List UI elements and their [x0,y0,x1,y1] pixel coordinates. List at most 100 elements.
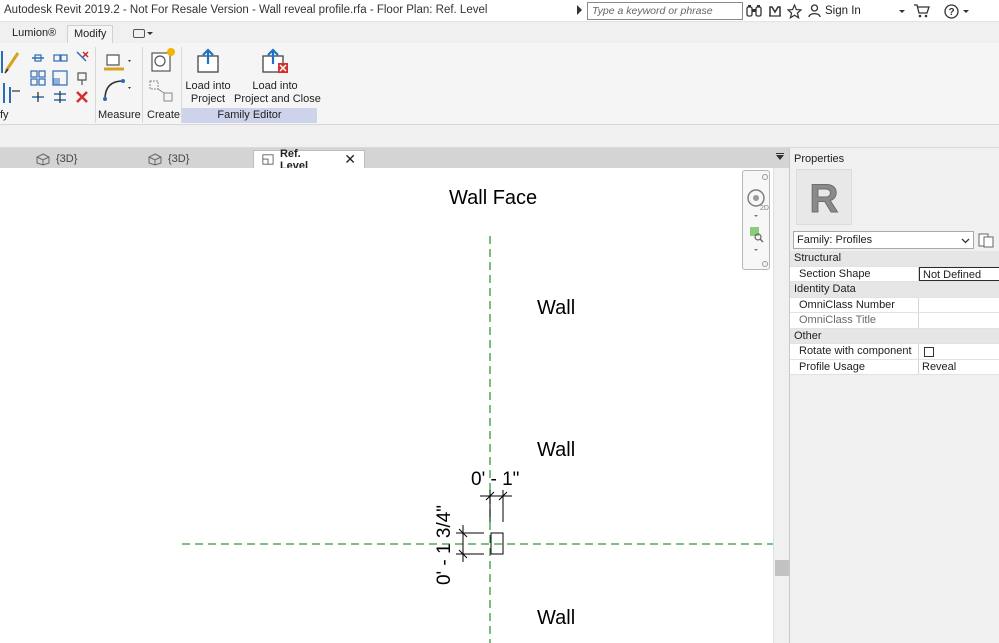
property-key: Profile Usage [790,359,919,374]
title-bar: Autodesk Revit 2019.2 - Not For Resale V… [0,0,999,22]
favorites-star-icon[interactable] [786,3,802,19]
3d-view-icon [36,152,50,166]
chevron-down-icon[interactable] [754,215,758,217]
close-icon[interactable]: ✕ [344,151,356,168]
view-tabs-menu-icon[interactable] [776,155,784,160]
vertical-dimension-text[interactable]: 0' - 1 3/4" [434,485,456,605]
properties-palette: Properties R Family: Profiles Structural… [789,148,999,643]
properties-table: Structural Section Shape Not Defined Ide… [790,251,999,375]
load-into-project-and-close-button[interactable]: Load into Project and Close [234,48,321,106]
property-row-omniclass-title: OmniClass Title [790,313,999,329]
help-icon[interactable]: ? [943,3,959,19]
split-gap-icon[interactable] [52,89,68,105]
expand-arrow-icon[interactable] [577,5,582,15]
sign-in-button[interactable]: Sign In [808,3,861,19]
modify-panel-label: fy [0,109,9,121]
omniclass-title-value [919,313,999,328]
create-panel-label: Create [147,109,181,121]
family-editor-panel-label: Family Editor [182,108,317,123]
view-tabs-menu-bar [776,153,784,154]
chevron-down-icon [147,31,153,35]
load-into-project-icon [197,48,219,73]
cart-icon[interactable] [912,3,930,19]
3d-view-icon [148,152,162,166]
zoom-region-icon[interactable] [750,227,764,243]
section-shape-value[interactable]: Not Defined [919,266,999,281]
property-row-section-shape: Section Shape Not Defined [790,266,999,282]
minimize-ribbon-icon [133,28,145,38]
properties-title: Properties [794,153,845,165]
navbar-options-icon[interactable] [762,261,768,267]
align-tool-icon[interactable] [0,49,22,75]
svg-text:R: R [810,177,839,221]
horizontal-dimension[interactable] [480,490,512,522]
wall-label-middle: Wall [537,439,576,461]
property-key: Section Shape [790,266,919,281]
create-similar-icon[interactable] [148,79,176,105]
view-tab-3d-2[interactable]: {3D} [140,150,197,168]
view-tab-label: {3D} [56,153,78,165]
rotate-with-component-checkbox[interactable] [924,347,934,357]
pin-icon[interactable] [74,70,90,86]
measure-panel-label: Measure [98,109,141,121]
navigation-bar: 2D [742,170,770,270]
array-icon[interactable] [30,70,46,86]
move-icon[interactable] [30,50,46,66]
scale-icon[interactable] [52,70,68,86]
vertical-scrollbar[interactable] [773,168,789,643]
property-group-structural: Structural [790,251,999,267]
chevron-down-icon[interactable] [754,249,758,251]
wall-face-label: Wall Face [449,187,538,209]
trim-icon[interactable] [74,49,90,65]
svg-text:?: ? [948,7,954,18]
floor-plan-icon [262,154,274,165]
help-dropdown-icon[interactable] [962,3,970,19]
drawing-canvas[interactable]: Wall Face Wall Wall Wall 0' - 1" 0' - 1 … [0,168,773,643]
copy-icon[interactable] [52,50,68,66]
ribbon-display-toggle[interactable] [133,27,157,39]
delete-icon[interactable] [74,89,90,105]
sign-in-dropdown-icon[interactable] [898,3,906,19]
tab-lumion[interactable]: Lumion® [6,25,62,43]
load-into-project-label: Load into Project [185,80,231,105]
property-row-profile-usage: Profile Usage Reveal [790,359,999,375]
view-tab-label: {3D} [168,153,190,165]
split-icon[interactable] [30,89,46,105]
tab-modify[interactable]: Modify [67,25,114,43]
profile-usage-value[interactable]: Reveal [919,359,999,374]
user-icon [808,4,821,18]
create-components-icon[interactable] [148,47,178,75]
property-key: Rotate with component [790,344,919,359]
search-input[interactable] [587,2,743,20]
scrollbar-thumb[interactable] [775,560,789,576]
type-selector-value: Family: Profiles [797,234,873,246]
panel-separator [142,47,143,123]
property-row-rotate-with-component: Rotate with component [790,344,999,360]
measure-distance-icon[interactable] [101,49,131,75]
subscription-center-icon[interactable] [767,3,783,19]
omniclass-number-value[interactable] [919,297,999,312]
binoculars-icon[interactable] [746,3,762,19]
ribbon-panel: fy Measure Create Load into Project Load… [0,43,999,125]
svg-text:2D: 2D [760,205,769,212]
view-tabs: {3D} {3D} Ref. Level ✕ [0,148,789,172]
window-title: Autodesk Revit 2019.2 - Not For Resale V… [4,4,488,16]
property-group-identity-data: Identity Data [790,282,999,298]
view-tab-ref-level[interactable]: Ref. Level ✕ [253,148,365,172]
view-tab-3d-1[interactable]: {3D} [28,150,85,168]
sign-in-label: Sign In [825,5,861,17]
property-key: OmniClass Number [790,297,919,312]
offset-tool-icon[interactable] [0,81,22,105]
measure-along-element-icon[interactable] [101,77,131,103]
navbar-options-icon[interactable] [762,174,768,180]
edit-type-icon[interactable] [978,232,994,248]
horizontal-dimension-text[interactable]: 0' - 1" [471,469,519,491]
load-into-project-button[interactable]: Load into Project [184,48,232,106]
steering-wheel-icon[interactable]: 2D [747,189,769,212]
drawing-svg [182,236,773,643]
type-selector-dropdown[interactable]: Family: Profiles [793,231,974,249]
load-into-project-and-close-label: Load into Project and Close [234,80,321,105]
wall-label-bottom: Wall [537,607,576,629]
options-bar [0,125,999,148]
family-type-preview-icon: R [796,169,852,225]
